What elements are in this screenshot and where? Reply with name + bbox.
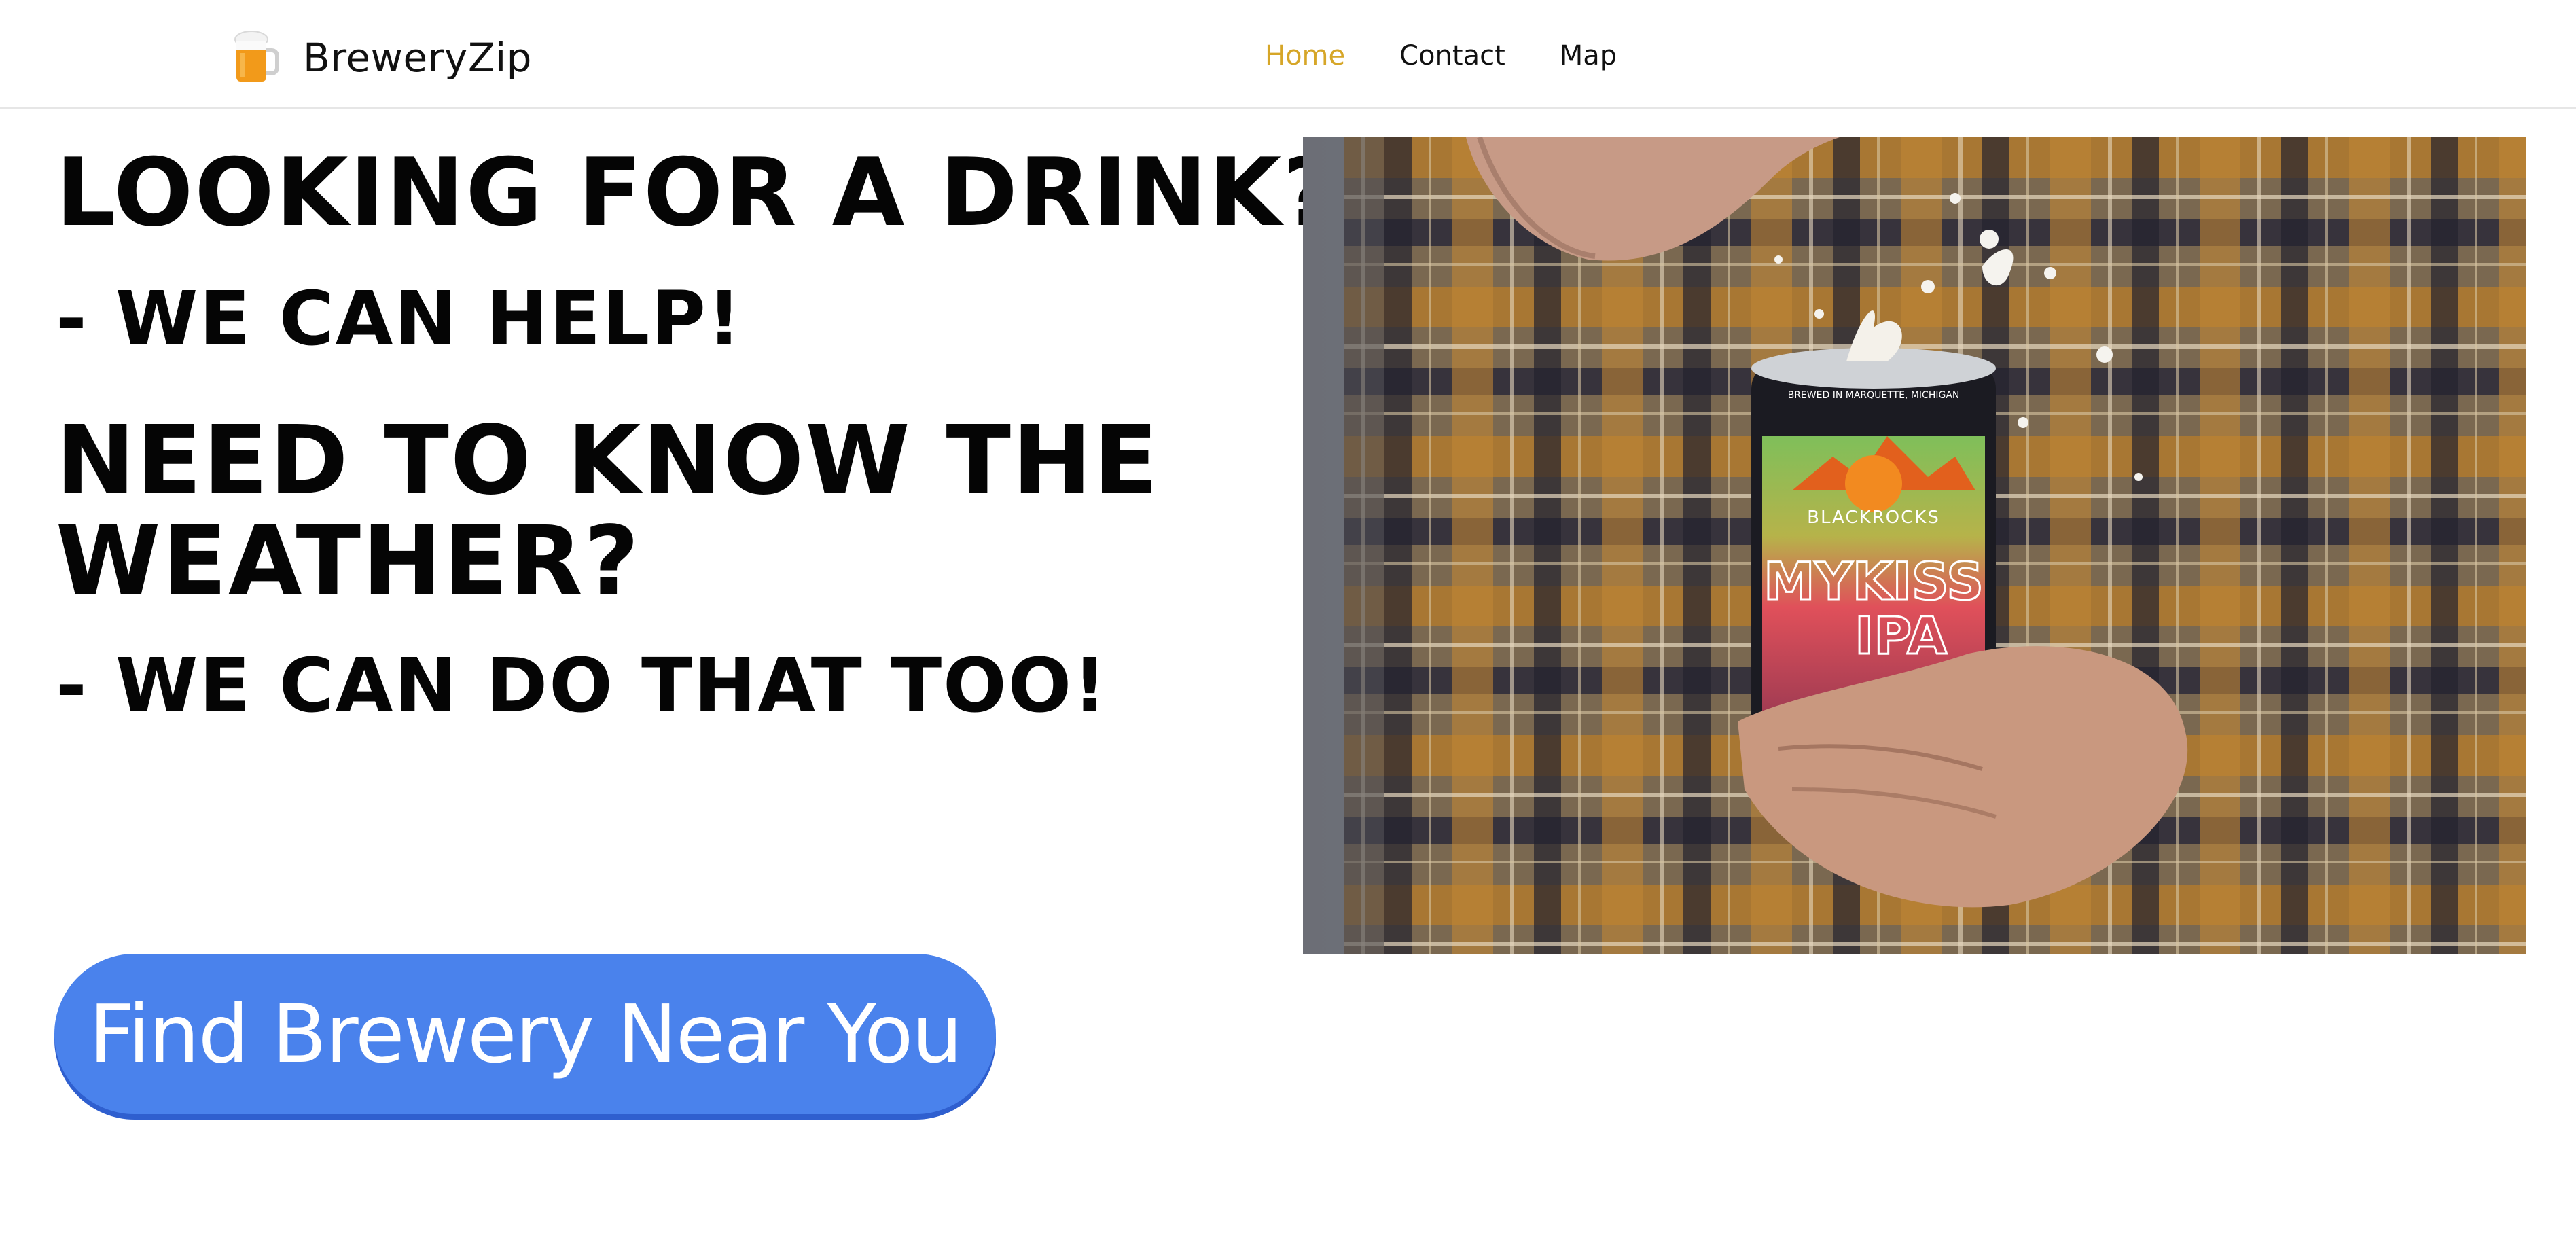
brand-link[interactable]: BreweryZip <box>231 27 532 88</box>
hero-subheading-help: - WE CAN HELP! <box>56 275 743 362</box>
beer-mug-icon <box>234 31 279 82</box>
hero-subheading-too: - WE CAN DO THAT TOO! <box>56 642 1109 729</box>
nav-contact[interactable]: Contact <box>1399 40 1505 71</box>
can-style: IPA <box>1855 605 1947 666</box>
brand-name: BreweryZip <box>303 35 532 81</box>
nav-home[interactable]: Home <box>1265 40 1345 71</box>
can-brand: BLACKROCKS <box>1807 507 1940 528</box>
nav-map[interactable]: Map <box>1560 40 1617 71</box>
main-nav: Home Contact Map <box>1265 34 1617 77</box>
site-header: BreweryZip Home Contact Map <box>0 0 2576 109</box>
find-brewery-label: Find Brewery Near You <box>88 987 963 1081</box>
hand-holding-beer-can-image: BREWED IN MARQUETTE, MICHIGAN BLACKROCKS… <box>1303 137 2526 954</box>
photo-illustration: BREWED IN MARQUETTE, MICHIGAN BLACKROCKS… <box>1303 137 2526 954</box>
hero-heading-drink: LOOKING FOR A DRINK? <box>56 138 1339 247</box>
can-tagline: BREWED IN MARQUETTE, MICHIGAN <box>1788 390 1960 401</box>
find-brewery-button[interactable]: Find Brewery Near You <box>54 954 996 1114</box>
hero-heading-weather: NEED TO KNOW THE WEATHER? <box>56 406 1160 617</box>
can-name: MYKISS <box>1764 551 1984 611</box>
